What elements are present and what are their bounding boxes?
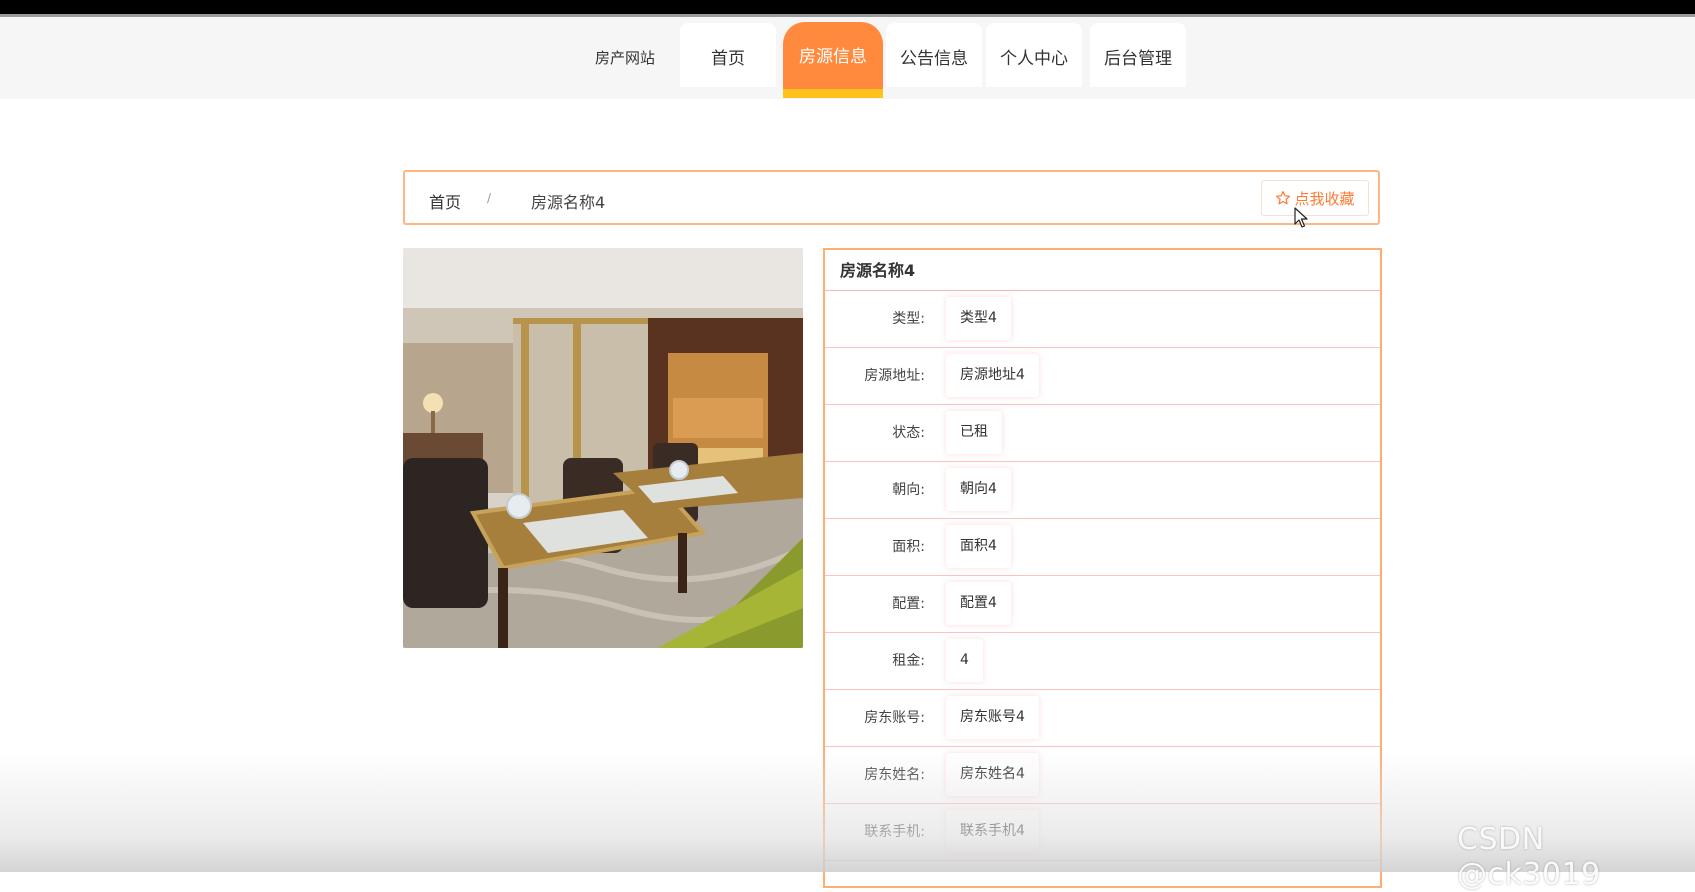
top-navigation: 房产网站 首页 房源信息 公告信息 个人中心 后台管理 (0, 17, 1695, 99)
favorite-button-label: 点我收藏 (1294, 189, 1355, 208)
detail-value: 面积4 (946, 525, 1011, 568)
detail-row-contact-phone: 联系手机: 联系手机4 (825, 804, 1380, 861)
detail-label: 类型: (892, 311, 925, 327)
detail-value: 房东账号4 (946, 696, 1039, 739)
detail-row-type: 类型: 类型4 (825, 291, 1380, 348)
detail-label: 房东姓名: (864, 767, 925, 783)
property-title: 房源名称4 (825, 250, 1380, 291)
detail-label: 配置: (892, 596, 925, 612)
detail-value: 房东姓名4 (946, 753, 1039, 796)
favorite-button[interactable]: 点我收藏 (1261, 180, 1369, 216)
detail-value: 4 (946, 639, 983, 682)
detail-value: 房源地址4 (946, 354, 1039, 397)
detail-row-configuration: 配置: 配置4 (825, 576, 1380, 633)
detail-label: 面积: (892, 539, 925, 555)
breadcrumb-home-link[interactable]: 首页 (429, 189, 461, 213)
nav-item-listings[interactable]: 房源信息 (783, 22, 883, 98)
detail-label: 房东账号: (864, 710, 925, 726)
detail-row-landlord-account: 房东账号: 房东账号4 (825, 690, 1380, 747)
detail-value: 配置4 (946, 582, 1011, 625)
breadcrumb-current: 房源名称4 (531, 193, 606, 212)
detail-value: 联系手机4 (946, 810, 1039, 853)
property-photo (403, 248, 803, 648)
breadcrumb-separator: / (487, 191, 492, 205)
watermark: CSDN @ck3019 (1457, 822, 1601, 892)
detail-value: 类型4 (946, 297, 1011, 340)
detail-label: 朝向: (892, 482, 925, 498)
detail-label: 状态: (892, 425, 925, 441)
detail-row-rent: 租金: 4 (825, 633, 1380, 690)
nav-item-home[interactable]: 首页 (680, 23, 776, 87)
detail-label: 联系手机: (864, 824, 925, 840)
detail-row-address: 房源地址: 房源地址4 (825, 348, 1380, 405)
detail-row-area: 面积: 面积4 (825, 519, 1380, 576)
mouse-cursor-icon (1294, 207, 1308, 228)
detail-value: 朝向4 (946, 468, 1011, 511)
breadcrumb: 首页 / 房源名称4 点我收藏 (403, 170, 1380, 225)
detail-row-orientation: 朝向: 朝向4 (825, 462, 1380, 519)
detail-row-landlord-name: 房东姓名: 房东姓名4 (825, 747, 1380, 804)
window-top-bar (0, 0, 1695, 17)
detail-label: 房源地址: (864, 368, 925, 384)
detail-row-status: 状态: 已租 (825, 405, 1380, 462)
site-brand: 房产网站 (595, 49, 656, 67)
nav-item-announcements[interactable]: 公告信息 (886, 23, 982, 87)
nav-item-admin[interactable]: 后台管理 (1090, 23, 1186, 87)
star-outline-icon (1276, 191, 1291, 205)
property-detail-panel: 房源名称4 类型: 类型4 房源地址: 房源地址4 状态: 已租 朝向: 朝向4… (823, 248, 1382, 888)
nav-item-personal-center[interactable]: 个人中心 (986, 23, 1082, 87)
detail-label: 租金: (892, 653, 925, 669)
detail-value: 已租 (946, 411, 1002, 454)
